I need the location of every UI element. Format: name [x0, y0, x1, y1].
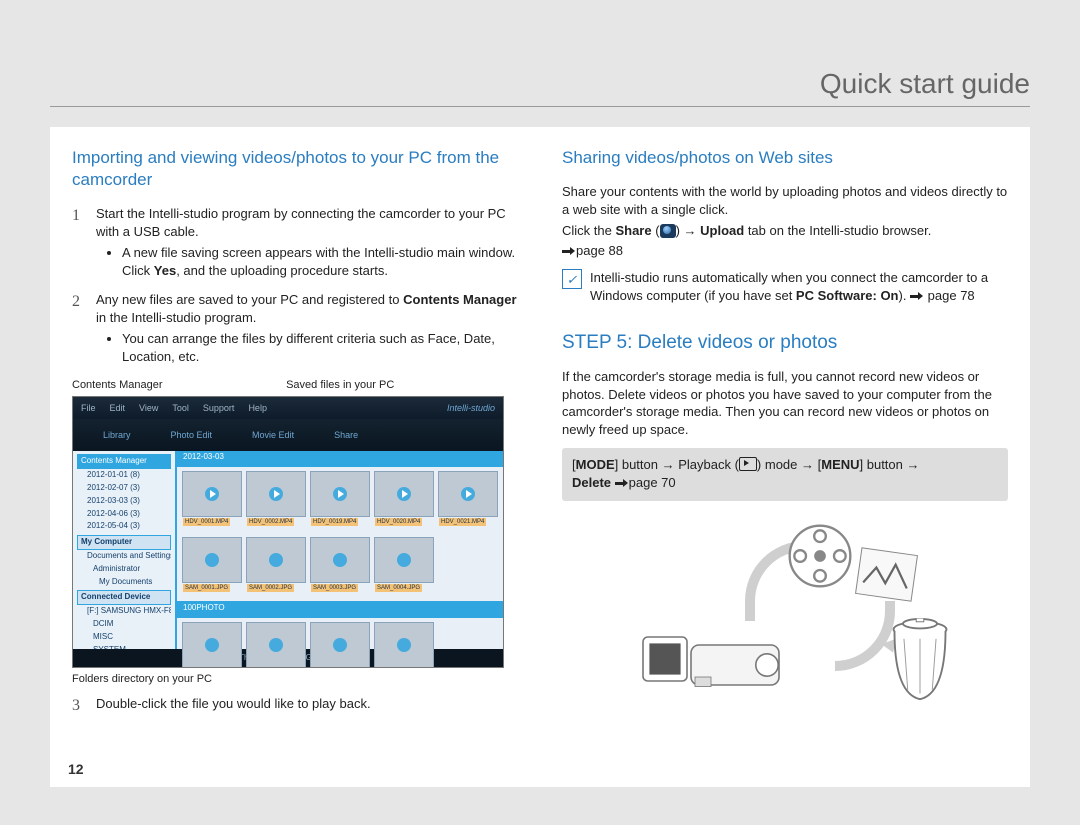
ref-arrow-icon: [910, 291, 924, 302]
photo-thumb: SAM_0003.JPG: [310, 537, 370, 583]
page-ref-88: page 88: [562, 242, 1008, 260]
share-icon: [660, 224, 676, 238]
share-instruction: Click the Share () → Upload tab on the I…: [562, 222, 1008, 240]
trash-icon: [885, 618, 955, 703]
video-thumb: HDV_0020.MP4: [374, 471, 434, 517]
video-thumb: HDV_0001.MP4: [182, 471, 242, 517]
photo-icon: [855, 547, 918, 601]
ref-arrow-icon: [615, 478, 629, 489]
film-reel-icon: [785, 521, 855, 591]
video-thumb: HDV_0021.MP4: [438, 471, 498, 517]
photo-thumb: SAM_0202.JPG: [246, 622, 306, 668]
tab-bar: Library Photo Edit Movie Edit Share: [73, 419, 503, 451]
shot-gallery: 2012-03-03 HDV_0001.MP4 HDV_0002.MP4 HDV…: [177, 451, 503, 649]
sharing-desc: Share your contents with the world by up…: [562, 183, 1008, 218]
info-icon: ✓: [562, 269, 582, 289]
step-2: 2 Any new files are saved to your PC and…: [72, 291, 518, 367]
shot-sidebar: Contents Manager 2012-01-01 (8) 2012-02-…: [73, 451, 177, 649]
video-thumb: HDV_0002.MP4: [246, 471, 306, 517]
screenshot-captions: Contents Manager Saved files in your PC: [72, 378, 518, 393]
photo-thumb: SAM_0203.JPG: [310, 622, 370, 668]
playback-icon: [739, 457, 757, 471]
photo-thumb: SAM_0001.JPG: [182, 537, 242, 583]
video-thumb: HDV_0019.MP4: [310, 471, 370, 517]
content-area: 12 Importing and viewing videos/photos t…: [50, 127, 1030, 787]
intelli-studio-screenshot: File Edit View Tool Support Help Intelli…: [72, 396, 504, 668]
step5-desc: If the camcorder's storage media is full…: [562, 368, 1008, 438]
folders-caption: Folders directory on your PC: [72, 672, 518, 687]
photo-thumb: SAM_0002.JPG: [246, 537, 306, 583]
sharing-heading: Sharing videos/photos on Web sites: [562, 147, 1008, 169]
page-number: 12: [68, 761, 84, 777]
manual-page: Quick start guide 12 Importing and viewi…: [0, 0, 1080, 825]
step-1: 1 Start the Intelli-studio program by co…: [72, 205, 518, 281]
photo-thumb: SAM_0004.JPG: [374, 537, 434, 583]
photo-thumb: SAM_0201.JPG: [182, 622, 242, 668]
delete-diagram: [605, 521, 965, 711]
step5-heading: STEP 5: Delete videos or photos: [562, 330, 1008, 356]
info-note: ✓ Intelli-studio runs automatically when…: [562, 269, 1008, 304]
left-column: Importing and viewing videos/photos to y…: [50, 127, 540, 787]
camcorder-icon: [635, 621, 795, 701]
ref-arrow-icon: [562, 246, 576, 257]
photo-thumb: SAM_0204.JPG: [374, 622, 434, 668]
menubar: File Edit View Tool Support Help Intelli…: [73, 397, 503, 419]
page-header: Quick start guide: [50, 40, 1030, 107]
page-title: Quick start guide: [820, 68, 1030, 100]
right-column: Sharing videos/photos on Web sites Share…: [540, 127, 1030, 787]
steps-list: 1 Start the Intelli-studio program by co…: [72, 205, 518, 367]
step-3: 3 Double-click the file you would like t…: [72, 695, 518, 717]
left-heading: Importing and viewing videos/photos to y…: [72, 147, 518, 191]
mode-instruction: [MODE] button → Playback () mode → [MENU…: [562, 448, 1008, 500]
